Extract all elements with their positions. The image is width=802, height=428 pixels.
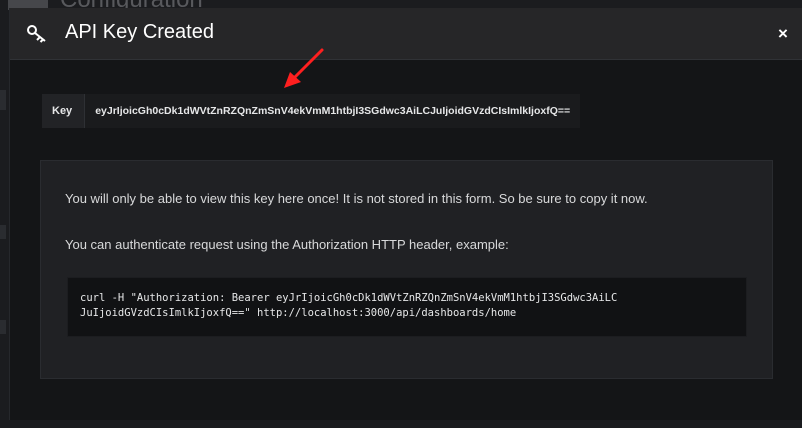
api-key-value[interactable]: eyJrIjoicGh0cDk1dWVtZnRZQnZmSnV4ekVmM1ht… — [85, 94, 581, 128]
red-arrow-annotation — [284, 48, 324, 88]
modal-title: API Key Created — [65, 21, 214, 43]
modal-header: API Key Created × — [10, 8, 802, 60]
key-icon — [27, 25, 46, 43]
api-key-row: Key eyJrIjoicGh0cDk1dWVtZnRZQnZmSnV4ekVm… — [42, 94, 581, 128]
code-line: JuIjoidGVzdCIsImlkIjoxfQ==" http://local… — [80, 307, 517, 319]
api-key-modal: API Key Created × Key eyJrIjoicGh0cDk1dW… — [9, 8, 802, 420]
background-edge-mark — [0, 90, 6, 110]
code-line: curl -H "Authorization: Bearer eyJrIjoic… — [80, 292, 618, 304]
background-edge-mark — [0, 320, 6, 334]
key-label: Key — [42, 94, 86, 128]
usage-info-panel: You will only be able to view this key h… — [40, 160, 773, 379]
auth-hint-text: You can authenticate request using the A… — [65, 237, 509, 252]
close-button[interactable]: × — [773, 23, 793, 45]
copy-warning-text: You will only be able to view this key h… — [65, 191, 648, 206]
curl-example-code[interactable]: curl -H "Authorization: Bearer eyJrIjoic… — [67, 277, 747, 337]
background-edge-mark — [0, 225, 6, 239]
